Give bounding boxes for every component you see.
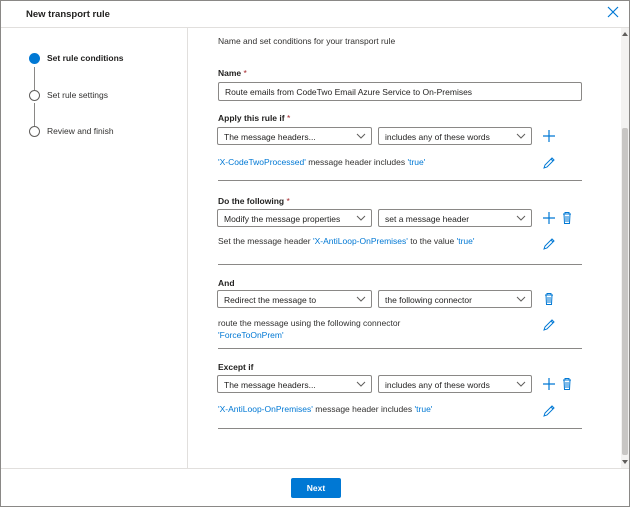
do-following-label-text: Do the following <box>218 196 285 206</box>
chevron-down-icon <box>516 213 526 223</box>
chevron-down-icon <box>356 379 366 389</box>
chevron-down-icon <box>516 379 526 389</box>
action-dropdown[interactable]: Modify the message properties <box>217 209 372 227</box>
chevron-down-icon <box>356 213 366 223</box>
required-mark: * <box>286 113 291 123</box>
and-connector-value: the following connector <box>385 295 472 305</box>
chevron-down-icon <box>516 131 526 141</box>
chevron-down-icon <box>356 294 366 304</box>
step-label: Set rule conditions <box>47 53 124 63</box>
panel-intro: Name and set conditions for your transpo… <box>218 36 396 46</box>
condition-operator-dropdown[interactable]: includes any of these words <box>378 127 532 145</box>
dialog-header: New transport rule <box>1 1 629 28</box>
condition-dropdown-value: The message headers... <box>224 132 316 142</box>
connector-link[interactable]: 'ForceToOnPrem' <box>218 330 284 340</box>
action-dropdown-value: Modify the message properties <box>224 214 341 224</box>
rule-conditions-panel: Name and set conditions for your transpo… <box>189 28 621 468</box>
section-divider <box>218 180 582 181</box>
do-following-label: Do the following * <box>218 196 290 206</box>
and-connector-dropdown[interactable]: the following connector <box>378 290 532 308</box>
required-mark: * <box>286 196 290 206</box>
next-button[interactable]: Next <box>291 478 341 498</box>
action-header-link[interactable]: 'X-AntiLoop-OnPremises' <box>313 236 408 246</box>
condition-header-link[interactable]: 'X-CodeTwoProcessed' <box>218 157 306 167</box>
edit-pencil-icon[interactable] <box>542 156 556 170</box>
chevron-down-icon <box>516 294 526 304</box>
operator-dropdown-value: includes any of these words <box>385 132 490 142</box>
wizard-steps: Set rule conditions Set rule settings Re… <box>1 28 188 468</box>
delete-trash-icon[interactable] <box>560 211 574 225</box>
section-divider <box>218 348 582 349</box>
step-label: Review and finish <box>47 126 114 136</box>
action-desc-prefix: Set the message header <box>218 236 311 246</box>
condition-dropdown[interactable]: The message headers... <box>217 127 372 145</box>
add-condition-icon[interactable] <box>542 129 556 143</box>
name-label: Name * <box>218 68 247 78</box>
step-connector <box>34 103 35 127</box>
and-description: route the message using the following co… <box>218 318 401 328</box>
dialog-footer: Next <box>1 468 629 506</box>
scroll-up-icon[interactable] <box>621 30 629 38</box>
edit-pencil-icon[interactable] <box>542 404 556 418</box>
chevron-down-icon <box>356 131 366 141</box>
exception-desc-text: message header includes <box>315 404 413 414</box>
close-icon[interactable] <box>606 6 620 20</box>
scroll-down-icon[interactable] <box>621 458 629 466</box>
action-desc-mid: to the value <box>410 236 455 246</box>
action-description: Set the message header 'X-AntiLoop-OnPre… <box>218 236 475 246</box>
rule-name-input[interactable]: Route emails from CodeTwo Email Azure Se… <box>218 82 582 101</box>
exception-dropdown[interactable]: The message headers... <box>217 375 372 393</box>
add-action-icon[interactable] <box>542 211 556 225</box>
step-connector <box>34 67 35 91</box>
edit-pencil-icon[interactable] <box>542 237 556 251</box>
and-action-dropdown[interactable]: Redirect the message to <box>217 290 372 308</box>
exception-description: 'X-AntiLoop-OnPremises' message header i… <box>218 404 432 414</box>
apply-if-label-text: Apply this rule if <box>218 113 285 123</box>
action-detail-dropdown[interactable]: set a message header <box>378 209 532 227</box>
step-label: Set rule settings <box>47 90 108 100</box>
section-divider <box>218 428 582 429</box>
step-indicator-icon <box>29 53 40 64</box>
action-detail-value: set a message header <box>385 214 470 224</box>
step-indicator-icon <box>29 126 40 137</box>
name-label-text: Name <box>218 68 242 78</box>
add-exception-icon[interactable] <box>542 377 556 391</box>
exception-operator-dropdown[interactable]: includes any of these words <box>378 375 532 393</box>
condition-desc-text: message header includes <box>308 157 406 167</box>
edit-pencil-icon[interactable] <box>542 318 556 332</box>
apply-if-label: Apply this rule if * <box>218 113 290 123</box>
delete-trash-icon[interactable] <box>542 292 556 306</box>
section-divider <box>218 264 582 265</box>
scrollbar-thumb[interactable] <box>622 128 628 455</box>
delete-trash-icon[interactable] <box>560 377 574 391</box>
exception-operator-value: includes any of these words <box>385 380 490 390</box>
and-label: And <box>218 278 235 288</box>
and-action-value: Redirect the message to <box>224 295 317 305</box>
exception-header-link[interactable]: 'X-AntiLoop-OnPremises' <box>218 404 313 414</box>
action-value-link[interactable]: 'true' <box>457 236 475 246</box>
dialog-title: New transport rule <box>26 9 110 20</box>
exception-value-link[interactable]: 'true' <box>415 404 433 414</box>
except-if-label: Except if <box>218 362 254 372</box>
step-indicator-icon <box>29 90 40 101</box>
exception-dropdown-value: The message headers... <box>224 380 316 390</box>
condition-description: 'X-CodeTwoProcessed' message header incl… <box>218 157 425 167</box>
vertical-scrollbar[interactable] <box>621 28 629 468</box>
condition-value-link[interactable]: 'true' <box>407 157 425 167</box>
required-mark: * <box>243 68 247 78</box>
